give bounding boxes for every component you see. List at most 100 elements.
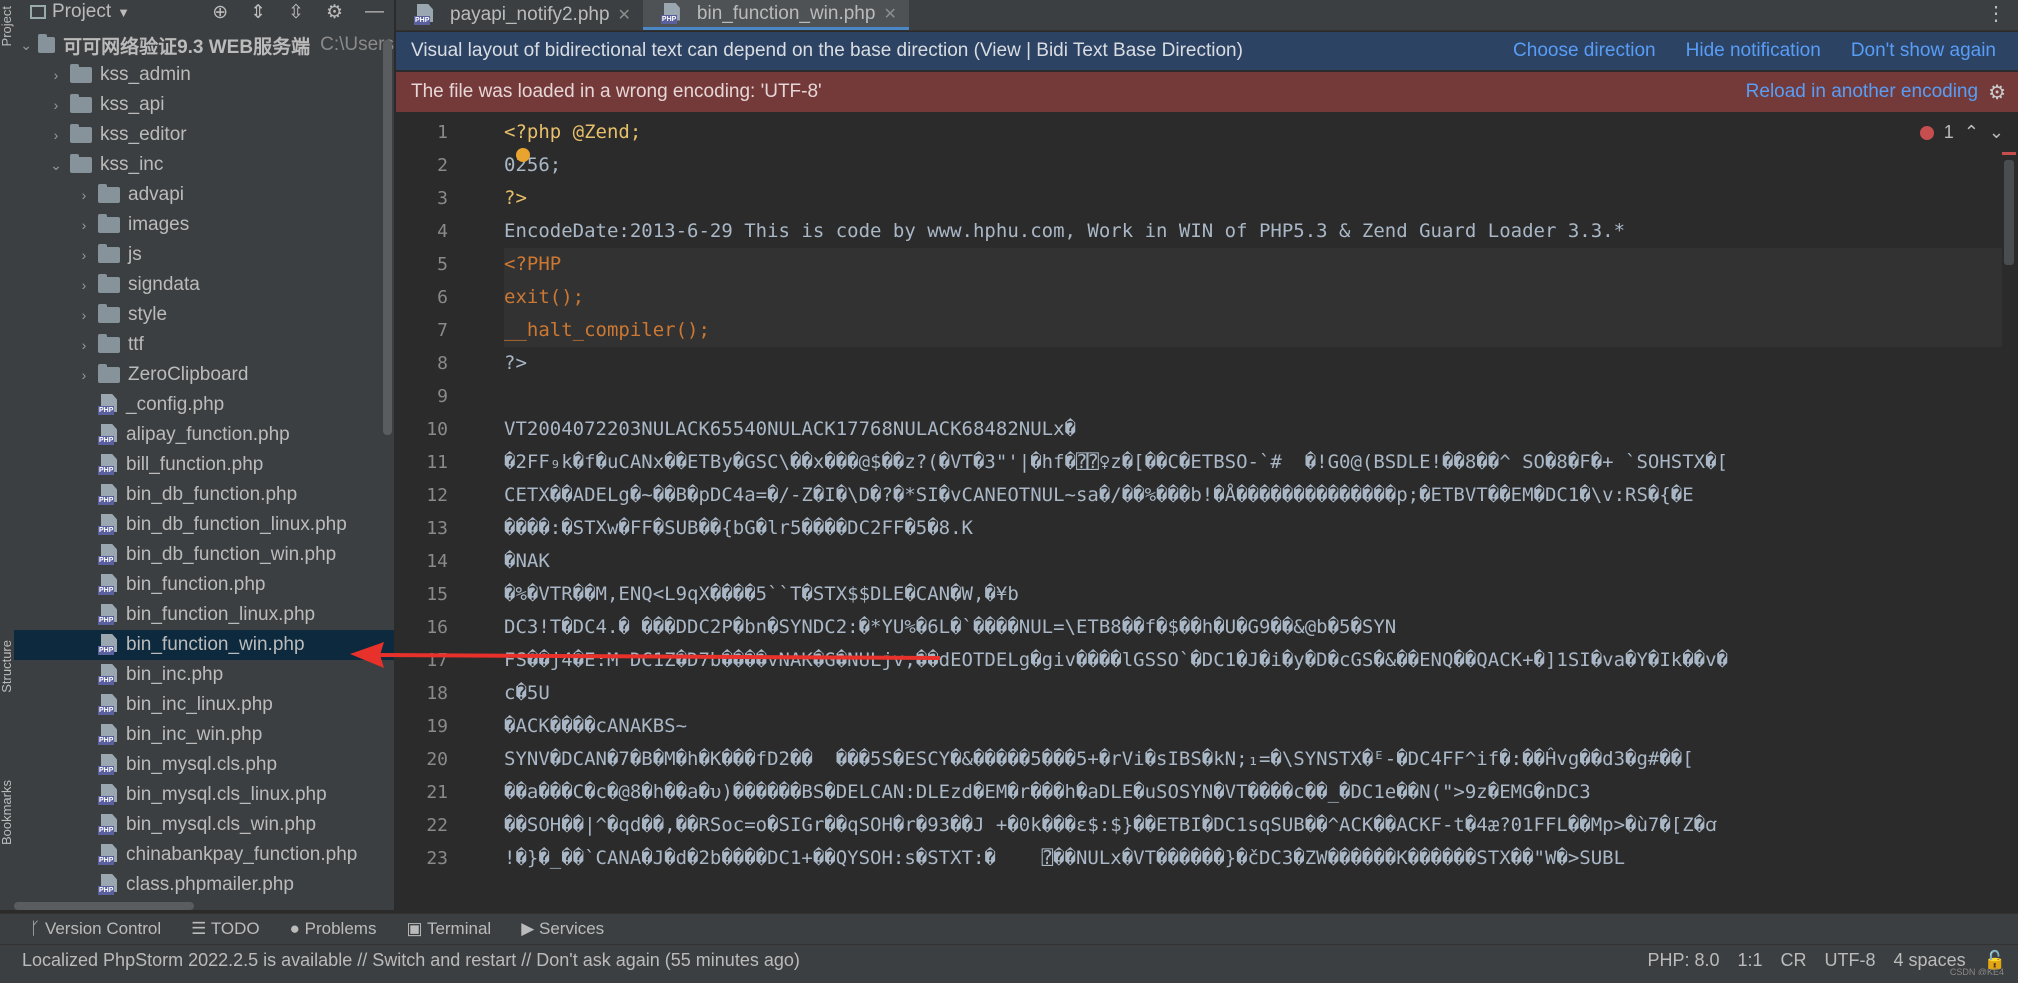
tree-folder[interactable]: › images — [14, 210, 394, 240]
chevron-right-icon[interactable]: › — [76, 277, 92, 293]
code-line[interactable]: __halt_compiler(); — [504, 314, 2002, 347]
tree-file[interactable]: PHP class.phpmailer.php — [14, 870, 394, 900]
code-line[interactable]: �%�VTR��M,ENQ<L9qX����5``T�STX$$DLE�CAN�… — [504, 578, 2002, 611]
chevron-right-icon[interactable]: › — [48, 127, 64, 143]
code-line[interactable] — [504, 380, 2002, 413]
close-icon[interactable]: ✕ — [883, 4, 896, 24]
chevron-down-icon[interactable]: ⌄ — [20, 37, 32, 54]
project-title[interactable]: Project — [52, 1, 111, 23]
tree-folder[interactable]: › advapi — [14, 180, 394, 210]
dont-show-again-link[interactable]: Don't show again — [1851, 40, 1996, 62]
code-line[interactable]: VT2004072203NULACK65540NULACK17768NULACK… — [504, 413, 2002, 446]
tree-folder[interactable]: › kss_admin — [14, 60, 394, 90]
locate-icon[interactable]: ⊕ — [212, 1, 228, 24]
tree-folder[interactable]: ⌄ kss_inc — [14, 150, 394, 180]
close-icon[interactable]: ✕ — [618, 5, 631, 25]
chevron-right-icon[interactable]: › — [76, 337, 92, 353]
chevron-right-icon[interactable]: › — [76, 247, 92, 263]
collapse-all-icon[interactable]: ⇳ — [288, 1, 304, 24]
caret-position[interactable]: 1:1 — [1738, 950, 1763, 971]
tree-file[interactable]: PHP chinabankpay_function.php — [14, 840, 394, 870]
code-line[interactable]: SYNV�DCAN�7�B�M�h�K���fD2�� ���5S�ESCY�&… — [504, 743, 2002, 776]
editor-scrollbar[interactable] — [2004, 160, 2014, 265]
tree-folder[interactable]: › ttf — [14, 330, 394, 360]
tree-file[interactable]: PHP bin_mysql.cls_win.php — [14, 810, 394, 840]
tree-file[interactable]: PHP bin_mysql.cls_linux.php — [14, 780, 394, 810]
bookmarks-tool-tab[interactable]: Bookmarks — [0, 780, 15, 845]
error-stripe-mark[interactable] — [2002, 152, 2016, 155]
tab-payapi-notify2[interactable]: PHP payapi_notify2.php ✕ — [396, 0, 643, 30]
php-level[interactable]: PHP: 8.0 — [1647, 950, 1719, 971]
tree-file[interactable]: PHP bill_function.php — [14, 450, 394, 480]
expand-all-icon[interactable]: ⇕ — [250, 1, 266, 24]
tree-file[interactable]: PHP bin_function_win.php — [14, 630, 394, 660]
tree-file[interactable]: PHP bin_mysql.cls.php — [14, 750, 394, 780]
tree-folder[interactable]: › signdata — [14, 270, 394, 300]
bulb-icon[interactable] — [516, 148, 530, 162]
tree-file[interactable]: PHP bin_db_function_win.php — [14, 540, 394, 570]
tool-services[interactable]: ▶ Services — [521, 919, 604, 939]
code-line[interactable]: <?PHP — [504, 248, 2002, 281]
code-editor[interactable]: <?php @Zend; 0256; ?> EncodeDate:2013-6-29 … — [504, 116, 2002, 874]
project-horizontal-scrollbar[interactable] — [14, 902, 194, 910]
code-line[interactable]: �2FF₉k�f�uCANx��ETBy�GSC\��x���@$��z?(�V… — [504, 446, 2002, 479]
tree-file[interactable]: PHP bin_inc.php — [14, 660, 394, 690]
code-line[interactable]: �NAK — [504, 545, 2002, 578]
hide-icon[interactable]: — — [365, 1, 384, 24]
chevron-down-icon[interactable]: ▼ — [117, 5, 130, 20]
code-line[interactable]: exit(); — [504, 281, 2002, 314]
chevron-right-icon[interactable]: › — [48, 67, 64, 83]
code-line[interactable]: c�5U — [504, 677, 2002, 710]
code-line[interactable]: ?> — [504, 347, 2002, 380]
status-message[interactable]: Localized PhpStorm 2022.2.5 is available… — [22, 950, 800, 971]
tree-file[interactable]: PHP alipay_function.php — [14, 420, 394, 450]
project-scrollbar[interactable] — [383, 40, 392, 435]
code-line[interactable]: ��a���C�c�@8�h��a�υ)������BS�DELCAN:DLEz… — [504, 776, 2002, 809]
code-line[interactable]: ?> — [504, 182, 2002, 215]
tree-folder[interactable]: › kss_api — [14, 90, 394, 120]
tree-folder[interactable]: › style — [14, 300, 394, 330]
tree-file[interactable]: PHP bin_function.php — [14, 570, 394, 600]
code-line[interactable]: !�}�_��`CANA�J�d�2b����DC1+��QYSOH:s�STX… — [504, 842, 2002, 874]
code-line[interactable]: EncodeDate:2013-6-29 This is code by www… — [504, 215, 2002, 248]
line-separator[interactable]: CR — [1781, 950, 1807, 971]
chevron-right-icon[interactable]: › — [76, 217, 92, 233]
chevron-down-icon[interactable]: ⌄ — [48, 157, 64, 174]
tool-todo[interactable]: ☰ TODO — [191, 919, 259, 939]
tree-file[interactable]: PHP bin_inc_win.php — [14, 720, 394, 750]
tool-problems[interactable]: ● Problems — [290, 919, 377, 939]
chevron-right-icon[interactable]: › — [76, 307, 92, 323]
tree-folder[interactable]: › js — [14, 240, 394, 270]
tree-file[interactable]: PHP bin_inc_linux.php — [14, 690, 394, 720]
tree-file[interactable]: PHP bin_db_function.php — [14, 480, 394, 510]
file-encoding[interactable]: UTF-8 — [1825, 950, 1876, 971]
chevron-right-icon[interactable]: › — [76, 367, 92, 383]
code-line[interactable]: CETX��ADELg�~��B�pDC4a=�/-Z�I�\D�?�*SI�v… — [504, 479, 2002, 512]
more-icon[interactable]: ⋮ — [1974, 1, 2018, 30]
tool-terminal[interactable]: ▣ Terminal — [406, 919, 491, 939]
tree-file[interactable]: PHP bin_function_linux.php — [14, 600, 394, 630]
code-line[interactable]: 0256; — [504, 149, 2002, 182]
code-line[interactable]: ����:�STXw�FF�SUB��{bG�lr5����DC2FF�5�8.… — [504, 512, 2002, 545]
tree-file[interactable]: PHP _config.php — [14, 390, 394, 420]
tool-version-control[interactable]: ᚴ Version Control — [30, 919, 161, 939]
reload-encoding-link[interactable]: Reload in another encoding — [1746, 81, 1978, 103]
choose-direction-link[interactable]: Choose direction — [1513, 40, 1656, 62]
tab-bin-function-win[interactable]: PHP bin_function_win.php ✕ — [642, 0, 909, 30]
gear-icon[interactable]: ⚙ — [326, 1, 343, 24]
structure-tool-tab[interactable]: Structure — [0, 640, 15, 693]
chevron-right-icon[interactable]: › — [48, 97, 64, 113]
tree-folder[interactable]: › kss_editor — [14, 120, 394, 150]
tree-folder[interactable]: › ZeroClipboard — [14, 360, 394, 390]
project-view-icon — [30, 5, 46, 19]
code-line[interactable]: �ACK����cANAKBS~ — [504, 710, 2002, 743]
code-line[interactable]: ��SOH��|^�qd��,��RSoc=o�SIGr��qSOH�r�93�… — [504, 809, 2002, 842]
tree-item-label: bin_db_function_win.php — [126, 544, 337, 565]
hide-notification-link[interactable]: Hide notification — [1686, 40, 1821, 62]
code-line[interactable]: <?php @Zend; — [504, 116, 2002, 149]
tree-file[interactable]: PHP bin_db_function_linux.php — [14, 510, 394, 540]
project-tool-tab[interactable]: Project — [0, 6, 15, 46]
chevron-right-icon[interactable]: › — [76, 187, 92, 203]
tree-root[interactable]: ⌄ 可可网络验证9.3 WEB服务端 C:\Users — [14, 30, 394, 60]
gear-icon[interactable]: ⚙ — [1988, 80, 2006, 105]
